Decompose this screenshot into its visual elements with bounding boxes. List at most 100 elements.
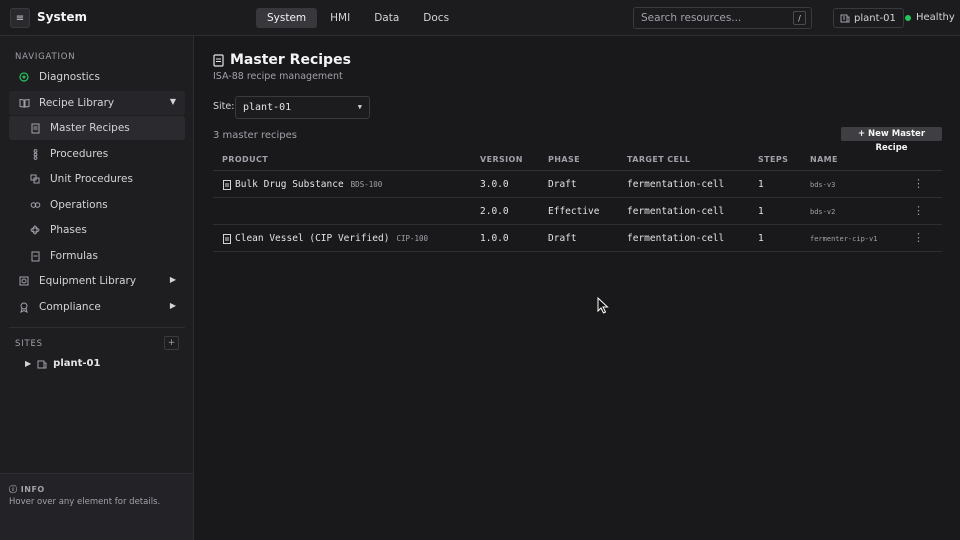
sidebar-item-procedures[interactable]: Procedures — [9, 142, 185, 166]
phase-cell: Effective — [548, 206, 600, 217]
site-tree-label: plant-01 — [53, 358, 101, 369]
steps-cell: 1 — [758, 179, 764, 190]
more-vertical-icon[interactable]: ⋮ — [913, 204, 924, 217]
main-content: Master Recipes ISA-88 recipe management … — [195, 36, 960, 540]
sidebar-divider — [9, 327, 185, 328]
document-icon — [213, 53, 224, 67]
steps-cell: 1 — [758, 206, 764, 217]
sidebar-item-label: Unit Procedures — [50, 173, 133, 185]
sidebar-item-recipe-library[interactable]: Recipe Library ▼ — [9, 91, 185, 115]
target-cell: fermentation-cell — [627, 206, 725, 217]
sidebar-item-phases[interactable]: Phases — [9, 218, 185, 242]
document-icon — [28, 121, 42, 135]
sidebar-item-equipment-library[interactable]: Equipment Library ▶ — [9, 269, 185, 293]
mouse-cursor-icon — [597, 297, 609, 314]
sidebar-item-label: Recipe Library — [39, 97, 115, 109]
column-header-phase[interactable]: PHASE — [548, 155, 580, 164]
top-nav-tabs: System HMI Data Docs — [256, 8, 460, 28]
chevron-right-icon: ▶ — [169, 275, 176, 284]
book-icon — [17, 96, 31, 110]
product-cell: Clean Vessel (CIP Verified) CIP-100 — [223, 233, 428, 244]
recipe-count: 3 master recipes — [213, 130, 298, 141]
name-cell: bds-v2 — [810, 208, 836, 216]
more-vertical-icon[interactable]: ⋮ — [913, 177, 924, 190]
sidebar-item-unit-procedures[interactable]: Unit Procedures — [9, 167, 185, 191]
sites-section-label: SITES — [15, 339, 43, 349]
building-icon — [37, 360, 47, 368]
add-site-button[interactable]: + — [164, 336, 179, 350]
sidebar-item-operations[interactable]: Operations — [9, 193, 185, 217]
phase-cell: Draft — [548, 233, 577, 244]
site-pill-label: plant-01 — [854, 12, 896, 24]
info-text: Hover over any element for details. — [9, 497, 161, 507]
gears-icon — [28, 198, 42, 212]
table-row[interactable]: 2.0.0 Effective fermentation-cell 1 bds-… — [213, 198, 942, 225]
chevron-down-icon: ▼ — [357, 103, 362, 111]
page-header: Master Recipes — [213, 52, 351, 68]
page-title: Master Recipes — [230, 52, 351, 68]
atom-icon — [28, 223, 42, 237]
equipment-icon — [17, 274, 31, 288]
column-header-version[interactable]: VERSION — [480, 155, 523, 164]
sidebar-item-compliance[interactable]: Compliance ▶ — [9, 295, 185, 319]
badge-icon — [17, 300, 31, 314]
table-row[interactable]: Clean Vessel (CIP Verified) CIP-100 1.0.0… — [213, 225, 942, 252]
more-vertical-icon[interactable]: ⋮ — [913, 231, 924, 244]
document-icon — [223, 179, 231, 190]
column-header-name[interactable]: NAME — [810, 155, 838, 164]
sidebar-item-label: Compliance — [39, 301, 101, 313]
sidebar-item-label: Operations — [50, 199, 108, 211]
sidebar-item-label: Master Recipes — [50, 122, 130, 134]
sidebar-item-label: Procedures — [50, 148, 109, 160]
info-panel: ⓘ INFO Hover over any element for detail… — [0, 473, 193, 540]
product-name: Bulk Drug Substance — [235, 179, 344, 190]
health-dot-icon — [905, 14, 911, 21]
target-cell: fermentation-cell — [627, 179, 725, 190]
sidebar-item-diagnostics[interactable]: Diagnostics — [9, 65, 185, 89]
site-select-value: plant-01 — [243, 102, 292, 113]
target-cell: fermentation-cell — [627, 233, 725, 244]
name-cell: bds-v3 — [810, 181, 836, 189]
sidebar-item-label: Equipment Library — [39, 275, 137, 287]
health-status: Healthy — [905, 12, 955, 23]
search-input[interactable]: Search resources... / — [633, 7, 812, 29]
document-icon — [223, 233, 231, 244]
sidebar-item-master-recipes[interactable]: Master Recipes — [9, 116, 185, 140]
tab-data[interactable]: Data — [363, 8, 410, 28]
health-label: Healthy — [916, 12, 955, 23]
target-icon — [17, 70, 31, 84]
sidebar-item-label: Phases — [50, 224, 87, 236]
chevron-down-icon: ▼ — [169, 97, 176, 106]
site-select[interactable]: plant-01 ▼ — [235, 96, 370, 119]
chevron-right-icon: ▶ — [25, 359, 32, 368]
info-title: ⓘ INFO — [9, 484, 45, 495]
navigation-section-label: NAVIGATION — [15, 52, 76, 62]
table-row[interactable]: Bulk Drug Substance BDS-100 3.0.0 Draft f… — [213, 171, 942, 198]
column-header-product[interactable]: PRODUCT — [222, 155, 268, 164]
product-code: BDS-100 — [350, 180, 383, 189]
tab-hmi[interactable]: HMI — [319, 8, 361, 28]
site-tree-item-plant-01[interactable]: ▶ plant-01 — [25, 358, 100, 369]
tab-system[interactable]: System — [256, 8, 318, 28]
product-cell: Bulk Drug Substance BDS-100 — [223, 179, 382, 190]
sidebar-item-label: Formulas — [50, 250, 98, 262]
product-name: Clean Vessel (CIP Verified) — [235, 233, 390, 244]
column-header-steps[interactable]: STEPS — [758, 155, 788, 164]
recipes-table: PRODUCT VERSION PHASE TARGET CELL STEPS … — [213, 149, 942, 252]
site-switcher-button[interactable]: plant-01 — [833, 8, 904, 28]
hamburger-icon[interactable]: ≡ — [10, 8, 30, 28]
chevron-right-icon: ▶ — [169, 301, 176, 310]
site-filter-label: Site: — [213, 101, 235, 112]
layers-icon — [28, 172, 42, 186]
info-icon: ⓘ — [9, 485, 21, 494]
page-subtitle: ISA-88 recipe management — [213, 71, 343, 82]
version-cell: 3.0.0 — [480, 179, 509, 190]
version-cell: 2.0.0 — [480, 206, 509, 217]
flow-icon — [28, 147, 42, 161]
tab-docs[interactable]: Docs — [412, 8, 460, 28]
formula-icon — [28, 249, 42, 263]
new-master-recipe-button[interactable]: + New Master Recipe — [841, 127, 942, 153]
sidebar-item-formulas[interactable]: Formulas — [9, 244, 185, 268]
sidebar-item-label: Diagnostics — [39, 71, 100, 83]
column-header-target-cell[interactable]: TARGET CELL — [627, 155, 690, 164]
